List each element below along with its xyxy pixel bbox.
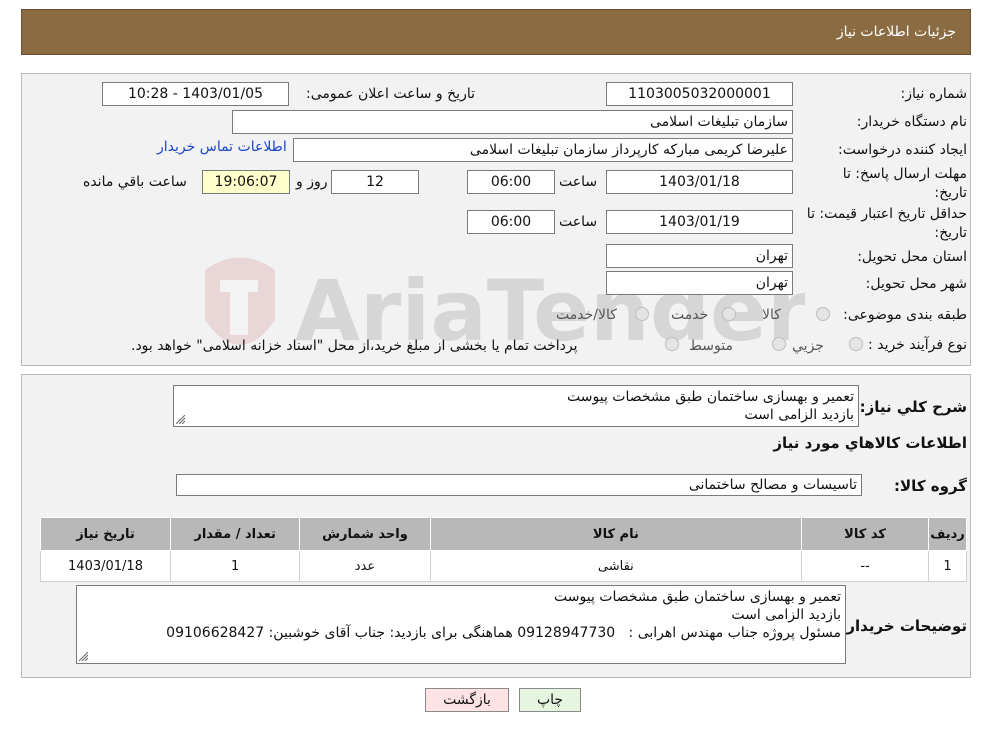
col-date: تاریخ نیاز <box>40 517 171 551</box>
buyer-org-field: سازمان تبلیغات اسلامی <box>232 110 793 134</box>
cell-unit: عدد <box>299 550 431 582</box>
buyer-notes-label: توضيحات خريدار: <box>840 617 967 635</box>
category-goods-service-label: کالا/خدمت <box>556 307 617 323</box>
reply-deadline-time-label: ساعت <box>559 174 598 190</box>
purchase-medium-radio[interactable] <box>772 337 786 351</box>
cell-name: نقاشی <box>429 550 803 582</box>
back-button[interactable]: بازگشت <box>425 688 509 712</box>
announce-datetime-field: 1403/01/05 - 10:28 <box>102 82 289 106</box>
delivery-city-field: تهران <box>606 271 793 295</box>
col-qty: تعداد / مقدار <box>169 517 301 551</box>
items-table-header: رديف کد کالا نام کالا واحد شمارش تعداد /… <box>40 517 967 551</box>
category-goods-service-radio[interactable] <box>635 307 649 321</box>
cell-qty: 1 <box>169 550 301 582</box>
goods-group-label: گروه کالا: <box>894 477 967 495</box>
remaining-days-label: روز و <box>296 174 328 190</box>
cell-row: 1 <box>928 550 967 582</box>
buyer-notes-textarea[interactable]: تعمیر و بهسازی ساختمان طبق مشخصات پیوست … <box>76 585 846 664</box>
buyer-contact-link[interactable]: اطلاعات تماس خریدار <box>157 139 287 155</box>
category-label: طبقه بندی موضوعی: <box>843 307 967 323</box>
buyer-notes-line-3: مسئول پروژه جناب مهندس اهرابی : 09128947… <box>166 625 841 641</box>
cell-code: -- <box>801 550 930 582</box>
price-validity-time-field: 06:00 <box>467 210 555 234</box>
buyer-notes-line-1: تعمیر و بهسازی ساختمان طبق مشخصات پیوست <box>554 589 841 605</box>
description-textarea[interactable]: تعمیر و بهسازی ساختمان طبق مشخصات پیوست … <box>173 385 859 427</box>
col-code: کد کالا <box>801 517 930 551</box>
description-label: شرح کلي نياز: <box>859 398 967 416</box>
treasury-checkbox[interactable] <box>665 337 679 351</box>
creator-label: ایجاد کننده درخواست: <box>838 142 967 158</box>
items-table: رديف کد کالا نام کالا واحد شمارش تعداد /… <box>40 517 967 582</box>
table-row: 1 -- نقاشی عدد 1 1403/01/18 <box>40 550 967 582</box>
description-line-2: بازدید الزامی است <box>744 407 854 423</box>
announce-datetime-label: تاریخ و ساعت اعلان عمومی: <box>306 86 475 102</box>
price-validity-label-2: تاریخ: <box>934 225 967 241</box>
goods-section-title: اطلاعات کالاهاي مورد نياز <box>773 434 967 452</box>
page-header: جزئیات اطلاعات نیاز <box>21 9 971 55</box>
buyer-notes-line-2: بازدید الزامی است <box>731 607 841 623</box>
purchase-small-radio[interactable] <box>849 337 863 351</box>
price-validity-time-label: ساعت <box>559 214 598 230</box>
reply-deadline-time-field: 06:00 <box>467 170 555 194</box>
category-service-radio[interactable] <box>722 307 736 321</box>
col-row: رديف <box>928 517 967 551</box>
remaining-days-field: 12 <box>331 170 419 194</box>
purchase-small-label: جزیي <box>792 338 824 354</box>
category-service-label: خدمت <box>671 307 709 323</box>
resize-grip-icon[interactable] <box>79 652 88 661</box>
reply-deadline-label: مهلت ارسال پاسخ: تا <box>842 166 967 182</box>
col-name: نام کالا <box>429 517 803 551</box>
delivery-province-field: تهران <box>606 244 793 268</box>
resize-grip-icon[interactable] <box>176 415 185 424</box>
purchase-medium-label: متوسط <box>689 338 733 354</box>
delivery-city-label: شهر محل تحویل: <box>865 276 967 292</box>
purchase-type-label: نوع فرآیند خرید : <box>868 337 967 353</box>
remaining-time-label: ساعت باقي مانده <box>83 174 187 190</box>
price-validity-date-field: 1403/01/19 <box>606 210 793 234</box>
reply-deadline-label-2: تاریخ: <box>934 185 967 201</box>
reply-deadline-date-field: 1403/01/18 <box>606 170 793 194</box>
buyer-org-label: نام دستگاه خریدار: <box>856 114 967 130</box>
col-unit: واحد شمارش <box>299 517 431 551</box>
price-validity-label: حداقل تاریخ اعتبار قیمت: تا <box>806 206 967 222</box>
need-number-label: شماره نیاز: <box>900 86 968 102</box>
page-title: جزئیات اطلاعات نیاز <box>836 24 956 40</box>
need-number-field: 1103005032000001 <box>606 82 793 106</box>
goods-group-field: تاسیسات و مصالح ساختمانی <box>176 474 862 496</box>
creator-field: علیرضا کریمی مبارکه کارپرداز سازمان تبلی… <box>293 138 793 162</box>
category-goods-label: کالا <box>762 307 781 323</box>
category-goods-radio[interactable] <box>816 307 830 321</box>
description-line-1: تعمیر و بهسازی ساختمان طبق مشخصات پیوست <box>567 389 854 405</box>
print-button[interactable]: چاپ <box>519 688 581 712</box>
treasury-note: پرداخت تمام یا بخشی از مبلغ خرید،از محل … <box>131 338 578 354</box>
remaining-time-field: 19:06:07 <box>202 170 290 194</box>
delivery-province-label: استان محل تحویل: <box>857 249 967 265</box>
cell-date: 1403/01/18 <box>40 550 171 582</box>
